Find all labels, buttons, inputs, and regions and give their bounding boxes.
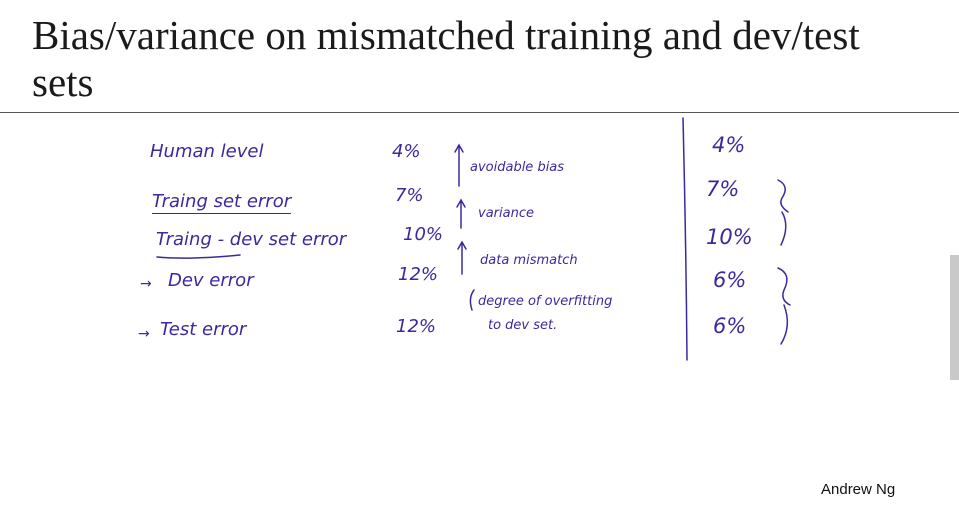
column-divider — [682, 117, 688, 361]
slide: Bias/variance on mismatched training and… — [0, 0, 959, 508]
underline-training-dev — [156, 254, 241, 259]
gap-bracket-overfitting — [469, 289, 475, 311]
brace-upper — [777, 179, 789, 246]
handwriting-strokes — [156, 117, 791, 361]
author-credit: Andrew Ng — [821, 481, 896, 498]
gap-arrow-data-mismatch — [457, 240, 467, 275]
gap-arrow-avoidable-bias — [454, 143, 464, 187]
gap-arrow-variance — [456, 198, 466, 229]
scrollbar[interactable] — [950, 255, 959, 380]
brace-lower — [777, 267, 791, 345]
